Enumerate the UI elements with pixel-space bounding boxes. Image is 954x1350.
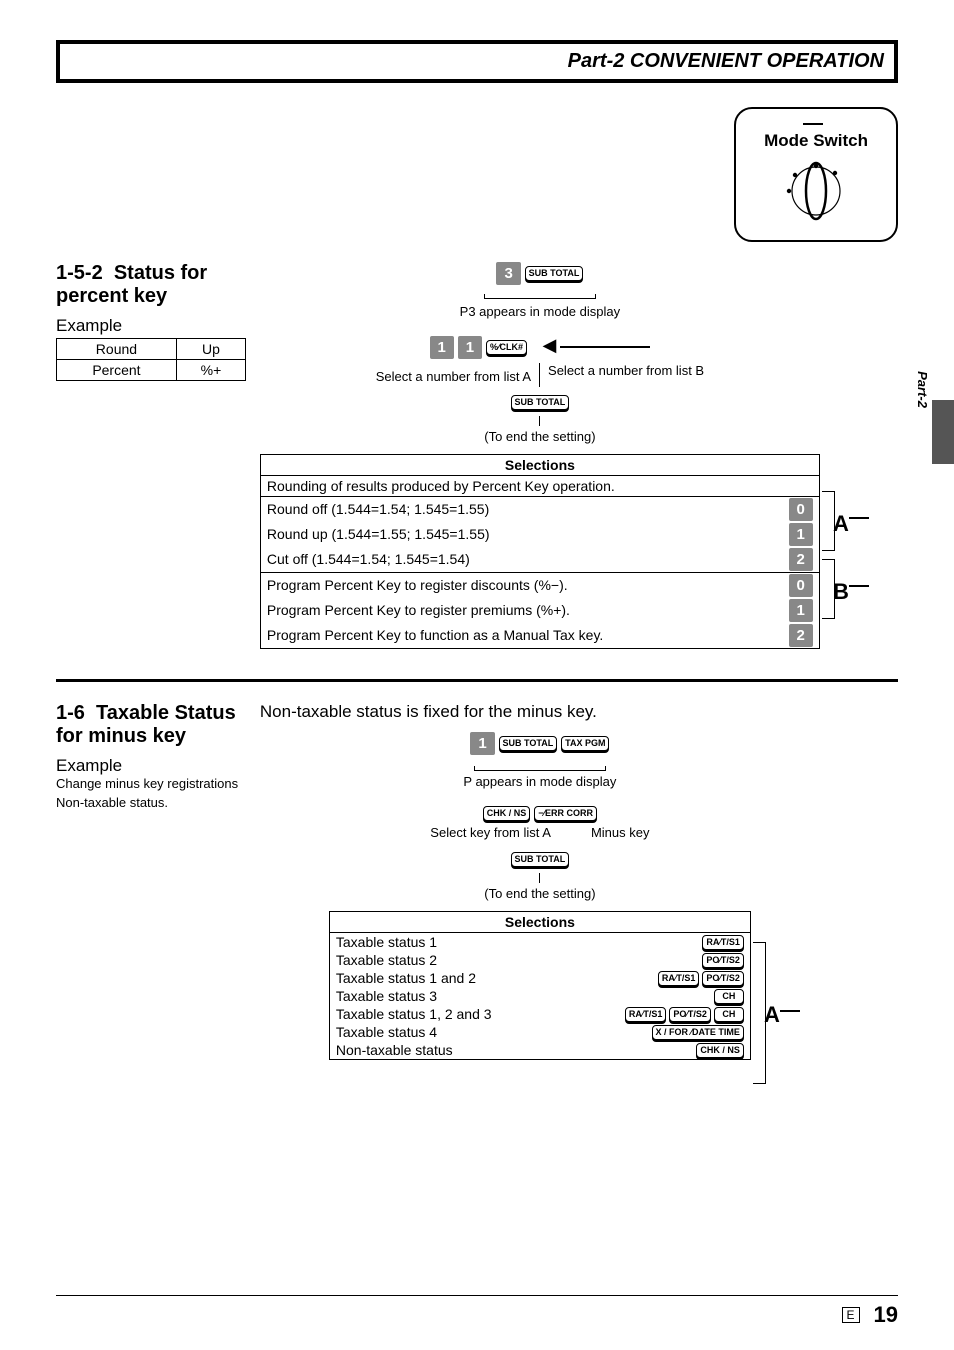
mode-switch-leader xyxy=(803,123,823,125)
sel-row: Non-taxable statusCHK / NS xyxy=(330,1041,750,1059)
sel-row-key: RA⁄T/S1 xyxy=(625,1007,667,1022)
side-tab-block xyxy=(932,400,954,464)
sel-row-text: Taxable status 2 xyxy=(336,952,699,968)
sel-row: Cut off (1.544=1.54; 1.545=1.54)2 xyxy=(261,547,819,573)
sel-row-text: Taxable status 4 xyxy=(336,1024,649,1040)
key-subtotal: SUB TOTAL xyxy=(499,736,558,751)
sel-row-text: Taxable status 1 xyxy=(336,934,699,950)
bracket-A xyxy=(822,491,835,551)
sel-row: Program Percent Key to register discount… xyxy=(261,573,819,598)
section-1-5-2: 1-5-2 Status for percent key Example Rou… xyxy=(56,262,898,649)
sec152-example-table: Round Up Percent %+ xyxy=(56,338,246,381)
bracket-A2 xyxy=(753,942,766,1084)
sec16-example-text1: Change minus key registrations xyxy=(56,776,256,791)
mode-switch-box: Mode Switch xyxy=(734,107,898,242)
extable-r2c1: Percent xyxy=(57,360,177,381)
key-percent-clk: %⁄CLK# xyxy=(486,340,527,355)
sel-row-key: X / FOR ⁄DATE TIME xyxy=(652,1025,744,1040)
sel-row-key: CH xyxy=(714,989,744,1004)
step2-noteB: Select a number from list B xyxy=(548,363,704,378)
bracket-A2-leader xyxy=(780,1010,800,1012)
extable-r1c1: Round xyxy=(57,339,177,360)
sec16-step1-note: P appears in mode display xyxy=(463,774,616,789)
sel-row: Taxable status 1 and 2RA⁄T/S1PO⁄T/S2 xyxy=(330,969,750,987)
key-subtotal-end2: SUB TOTAL xyxy=(511,852,570,867)
sel-row-key: PO⁄T/S2 xyxy=(669,1007,711,1022)
sel-row: Round off (1.544=1.54; 1.545=1.55)0 xyxy=(261,497,819,522)
sel-row-text: Taxable status 1 and 2 xyxy=(336,970,655,986)
bracket-B xyxy=(822,559,835,619)
section-1-6: 1-6 Taxable Status for minus key Example… xyxy=(56,702,898,1061)
step-num-3: 3 xyxy=(496,262,520,285)
extable-r1c2: Up xyxy=(176,339,245,360)
sec152-number: 1-5-2 xyxy=(56,262,103,284)
arrow-line xyxy=(560,346,650,348)
group-letter-B: B xyxy=(833,579,849,605)
sel-row-text: Non-taxable status xyxy=(336,1042,693,1058)
sel-row: Taxable status 1RA⁄T/S1 xyxy=(330,933,750,951)
bracket-B-leader xyxy=(849,585,869,587)
bracket-A-leader xyxy=(849,517,869,519)
sel-row-key: RA⁄T/S1 xyxy=(702,935,744,950)
header-title: Part-2 CONVENIENT OPERATION xyxy=(568,50,884,72)
step2-endnote: (To end the setting) xyxy=(484,429,595,444)
section-divider xyxy=(56,679,898,682)
key-taxpgm: TAX PGM xyxy=(561,736,609,751)
sec16-step2-endnote: (To end the setting) xyxy=(484,886,595,901)
sec16-example-label: Example xyxy=(56,756,256,776)
sel-row: Taxable status 4X / FOR ⁄DATE TIME xyxy=(330,1023,750,1041)
footer: E 19 xyxy=(56,1295,898,1328)
header-bar: Part-2 CONVENIENT OPERATION xyxy=(56,40,898,83)
key-subtotal-end: SUB TOTAL xyxy=(511,395,570,410)
sec16-step2-noteB: Minus key xyxy=(591,825,650,840)
sec16-selections-box: Selections Taxable status 1RA⁄T/S1Taxabl… xyxy=(329,911,751,1060)
sel-row-key: PO⁄T/S2 xyxy=(702,971,744,986)
mode-switch-label: Mode Switch xyxy=(764,131,868,151)
step-num-1b: 1 xyxy=(458,336,482,359)
footer-e-box: E xyxy=(842,1307,860,1323)
sel-row: Program Percent Key to function as a Man… xyxy=(261,623,819,648)
sel-row-text: Taxable status 3 xyxy=(336,988,711,1004)
arrow-left-icon: ◀ xyxy=(543,335,557,355)
sel-row: Round up (1.544=1.55; 1.545=1.55)1 xyxy=(261,522,819,547)
key-minus-errcorr: −⁄ERR CORR xyxy=(534,806,597,821)
sel-row-text: Taxable status 1, 2 and 3 xyxy=(336,1006,622,1022)
sec16-step-num: 1 xyxy=(470,732,494,755)
group-letter-A: A xyxy=(833,511,849,537)
key-subtotal: SUB TOTAL xyxy=(525,266,584,281)
sec152-selections-box: Selections Rounding of results produced … xyxy=(260,454,820,649)
sel-header: Selections xyxy=(261,455,819,476)
sel-header2: Selections xyxy=(330,912,750,933)
sec16-letterA: A xyxy=(764,1002,780,1028)
sec16-lead: Non-taxable status is fixed for the minu… xyxy=(260,702,820,722)
sel-row: Taxable status 3CH xyxy=(330,987,750,1005)
sel-row: Taxable status 1, 2 and 3RA⁄T/S1PO⁄T/S2C… xyxy=(330,1005,750,1023)
key-chk-ns: CHK / NS xyxy=(483,806,531,821)
sel-row-key: PO⁄T/S2 xyxy=(702,953,744,968)
step1-note: P3 appears in mode display xyxy=(460,304,620,319)
sel-row: Program Percent Key to register premiums… xyxy=(261,598,819,623)
sec152-example-label: Example xyxy=(56,316,256,336)
page-number: 19 xyxy=(874,1302,898,1328)
sel-groupA-title: Rounding of results produced by Percent … xyxy=(261,476,819,497)
sel-row: Taxable status 2PO⁄T/S2 xyxy=(330,951,750,969)
step2-noteA: Select a number from list A xyxy=(376,369,531,384)
step-num-1a: 1 xyxy=(430,336,454,359)
sel-row-key: CH xyxy=(714,1007,744,1022)
sel-row-key: RA⁄T/S1 xyxy=(658,971,700,986)
extable-r2c2: %+ xyxy=(176,360,245,381)
sec16-example-text2: Non-taxable status. xyxy=(56,795,256,810)
sel-row-key: CHK / NS xyxy=(696,1043,744,1058)
side-tab-label: Part-2 xyxy=(915,371,930,408)
sec16-number: 1-6 xyxy=(56,702,85,724)
mode-switch-dial-icon xyxy=(771,155,861,228)
sec16-step2-noteA: Select key from list A xyxy=(430,825,551,840)
